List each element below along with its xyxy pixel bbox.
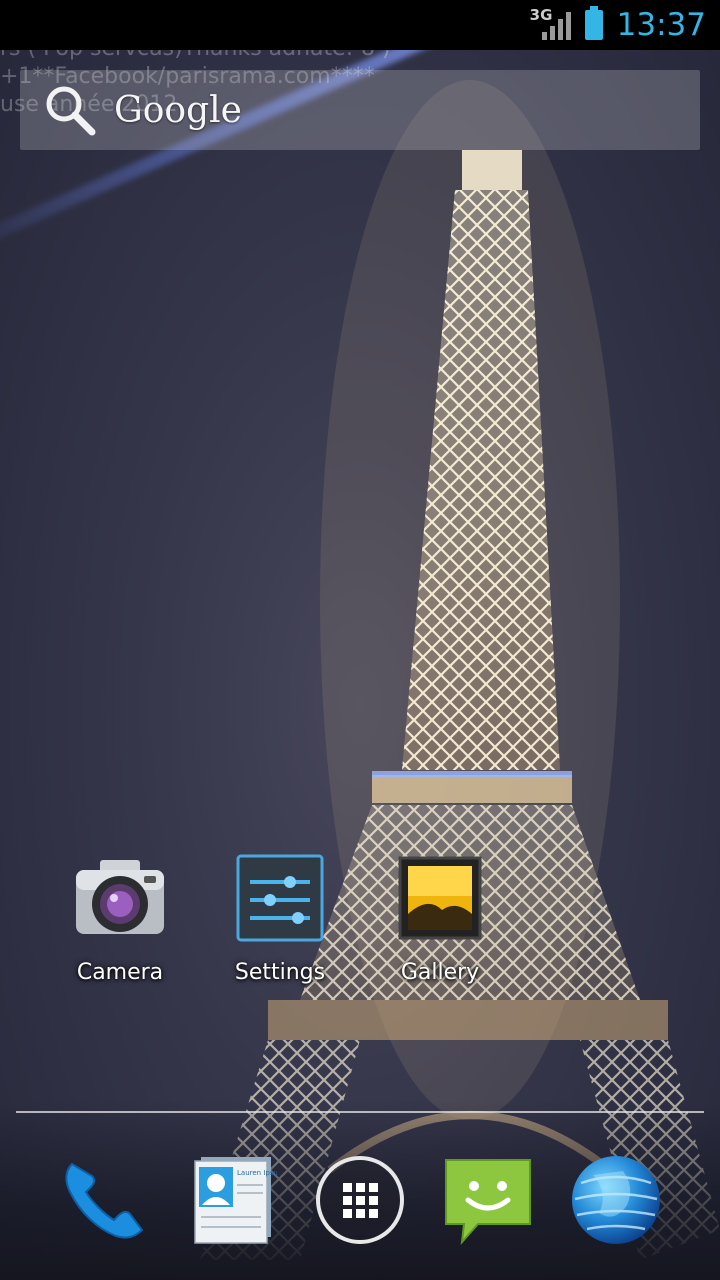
settings-icon xyxy=(236,854,324,942)
status-clock: 13:37 xyxy=(616,7,706,43)
camera-shortcut[interactable]: Camera xyxy=(40,850,200,985)
search-icon xyxy=(46,86,96,136)
messaging-icon xyxy=(445,1159,531,1246)
app-drawer-icon xyxy=(316,1156,404,1244)
dock-app-drawer[interactable] xyxy=(310,1150,410,1250)
dock-divider xyxy=(16,1111,704,1113)
contact-card-name: Lauren Ipsum xyxy=(237,1169,277,1177)
gallery-icon xyxy=(398,856,482,940)
settings-shortcut[interactable]: Settings xyxy=(200,850,360,985)
phone-icon xyxy=(65,1162,144,1239)
camera-icon xyxy=(76,860,164,934)
battery-icon xyxy=(584,6,603,40)
browser-icon xyxy=(572,1156,660,1244)
dock-messaging[interactable] xyxy=(438,1150,538,1250)
google-search-bar[interactable]: Google xyxy=(20,70,700,150)
shortcut-label: Gallery xyxy=(400,960,480,985)
shortcut-label: Camera xyxy=(76,960,164,985)
shortcut-label: Settings xyxy=(234,960,326,985)
status-bar: 3G 13:37 xyxy=(0,0,720,50)
dock-browser[interactable] xyxy=(566,1150,666,1250)
signal-strength-icon: 3G xyxy=(530,6,571,40)
dock-phone[interactable] xyxy=(54,1150,154,1250)
contacts-icon: Lauren Ipsum xyxy=(194,1157,277,1244)
search-bar-label: Google xyxy=(114,89,242,131)
wallpaper: rs ( Pop servcas)Thanks adhate:-8 ) +1**… xyxy=(0,0,720,1280)
dock-contacts[interactable]: Lauren Ipsum xyxy=(182,1150,282,1250)
network-type: 3G xyxy=(529,6,553,24)
eiffel-tower-image xyxy=(200,80,720,1260)
gallery-shortcut[interactable]: Gallery xyxy=(360,850,520,985)
